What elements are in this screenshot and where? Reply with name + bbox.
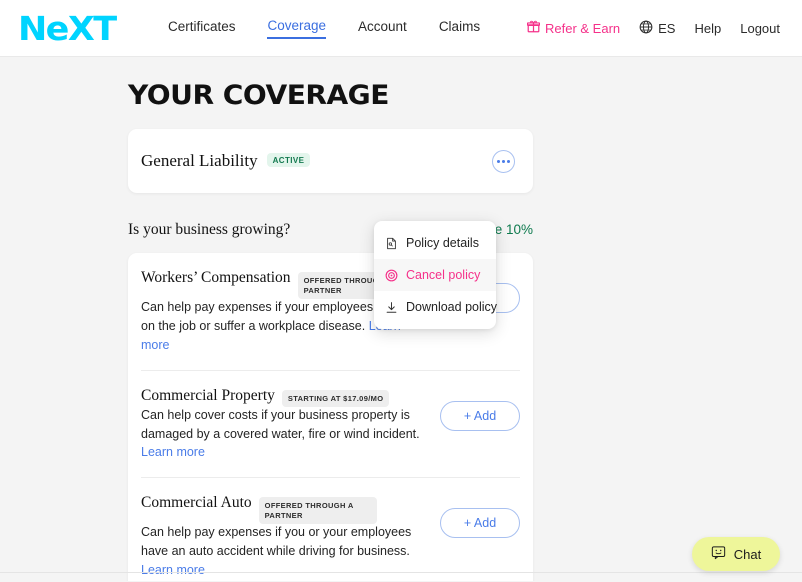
- download-icon: [384, 300, 398, 314]
- language-label: ES: [658, 20, 676, 36]
- product-header: Commercial Property STARTING AT $17.09/M…: [141, 386, 432, 407]
- help-link[interactable]: Help: [694, 21, 721, 36]
- chat-button[interactable]: Chat: [692, 537, 780, 571]
- product-header: Commercial Auto OFFERED THROUGH A PARTNE…: [141, 494, 432, 525]
- product-title: Commercial Auto: [141, 494, 252, 512]
- refer-and-earn-link[interactable]: Refer & Earn: [526, 20, 621, 36]
- logout-link[interactable]: Logout: [740, 21, 780, 36]
- learn-more-link[interactable]: Learn more: [141, 445, 205, 459]
- product-title: Commercial Property: [141, 386, 275, 404]
- refer-and-earn-label: Refer & Earn: [544, 20, 621, 36]
- menu-item-label: Cancel policy: [406, 268, 481, 282]
- add-commercial-auto-button[interactable]: + Add: [440, 508, 520, 539]
- learn-more-link[interactable]: Learn more: [141, 563, 205, 577]
- product-body: Commercial Property STARTING AT $17.09/M…: [141, 387, 440, 463]
- top-header: NeXT Certificates Coverage Account Claim…: [0, 0, 802, 57]
- nav-item-coverage[interactable]: Coverage: [267, 18, 327, 39]
- policy-actions-menu: Policy details Cancel policy Download po…: [374, 221, 498, 329]
- page-body: YOUR COVERAGE General Liability ACTIVE I…: [0, 57, 802, 581]
- add-commercial-property-button[interactable]: + Add: [440, 400, 520, 431]
- next-logo[interactable]: NeXT: [18, 12, 117, 45]
- active-policy-card: General Liability ACTIVE: [128, 129, 533, 193]
- nav-item-account[interactable]: Account: [358, 19, 407, 38]
- product-description-text: Can help pay expenses if you or your emp…: [141, 525, 412, 559]
- product-row-commercial-property: Commercial Property STARTING AT $17.09/M…: [141, 371, 520, 479]
- nav-item-certificates[interactable]: Certificates: [168, 19, 236, 38]
- menu-item-policy-details[interactable]: Policy details: [374, 227, 496, 259]
- header-right-group: Refer & Earn ES Help Logout: [526, 20, 780, 37]
- product-body: Commercial Auto OFFERED THROUGH A PARTNE…: [141, 494, 440, 580]
- cancel-circle-icon: [384, 268, 398, 282]
- menu-item-download-policy[interactable]: Download policy: [374, 291, 498, 323]
- product-tag: OFFERED THROUGH A PARTNER: [258, 497, 377, 525]
- chat-label: Chat: [733, 546, 762, 562]
- policy-name: General Liability: [141, 151, 258, 170]
- page-bottom-divider: [0, 572, 802, 573]
- ellipsis-icon-dot: [507, 159, 510, 163]
- gift-icon: [526, 20, 541, 36]
- page-title: YOUR COVERAGE: [128, 80, 389, 111]
- menu-item-label: Download policy: [406, 300, 498, 314]
- nav-item-claims[interactable]: Claims: [439, 19, 480, 38]
- language-switcher[interactable]: ES: [639, 20, 675, 37]
- ellipsis-icon-dot: [502, 159, 505, 163]
- main-navigation: Certificates Coverage Account Claims: [168, 18, 480, 39]
- ellipsis-icon-dot: [497, 159, 500, 163]
- policy-menu-button[interactable]: [492, 149, 515, 173]
- product-description: Can help cover costs if your business pr…: [141, 406, 432, 462]
- growing-title: Is your business growing?: [128, 221, 291, 238]
- product-tag: STARTING AT $17.09/MO: [281, 389, 390, 407]
- chat-smiley-icon: [711, 545, 726, 563]
- document-icon: [384, 236, 398, 250]
- menu-item-label: Policy details: [406, 236, 479, 250]
- globe-icon: [639, 20, 653, 37]
- menu-item-cancel-policy[interactable]: Cancel policy: [374, 259, 496, 291]
- status-badge: ACTIVE: [266, 153, 311, 167]
- product-row-commercial-auto: Commercial Auto OFFERED THROUGH A PARTNE…: [141, 478, 520, 581]
- product-title: Workers’ Compensation: [141, 269, 291, 286]
- product-description-text: Can help cover costs if your business pr…: [141, 407, 420, 441]
